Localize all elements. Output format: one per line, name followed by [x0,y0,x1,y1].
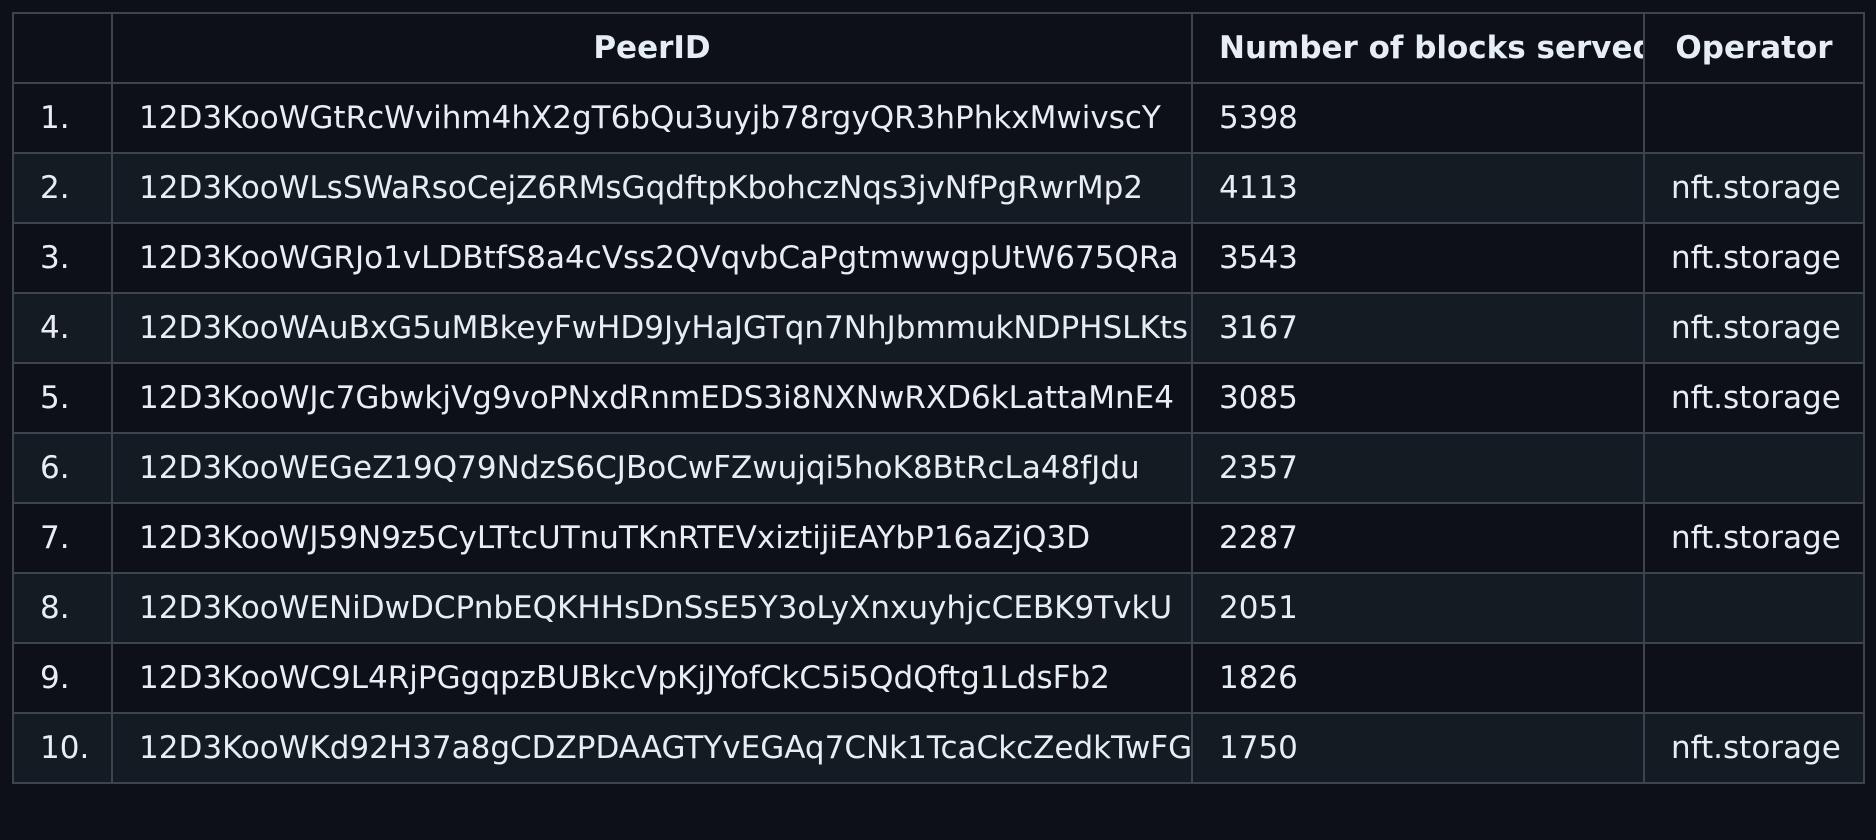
row-index: 2. [12,152,113,224]
row-index: 10. [12,712,113,784]
blocks-served-cell: 3085 [1191,362,1645,434]
peer-id-cell: 12D3KooWGtRcWvihm4hX2gT6bQu3uyjb78rgyQR3… [111,82,1193,154]
row-index: 4. [12,292,113,364]
table-row: 1. 12D3KooWGtRcWvihm4hX2gT6bQu3uyjb78rgy… [12,82,1865,154]
peers-table: PeerID Number of blocks served Operator … [12,12,1865,784]
peer-id-cell: 12D3KooWJ59N9z5CyLTtcUTnuTKnRTEVxiztijiE… [111,502,1193,574]
blocks-served-cell: 2051 [1191,572,1645,644]
table-row: 5. 12D3KooWJc7GbwkjVg9voPNxdRnmEDS3i8NXN… [12,362,1865,434]
blocks-served-cell: 4113 [1191,152,1645,224]
blocks-served-cell: 1826 [1191,642,1645,714]
row-index: 1. [12,82,113,154]
header-peer-id: PeerID [111,12,1193,84]
peer-id-cell: 12D3KooWJc7GbwkjVg9voPNxdRnmEDS3i8NXNwRX… [111,362,1193,434]
peer-id-cell: 12D3KooWAuBxG5uMBkeyFwHD9JyHaJGTqn7NhJbm… [111,292,1193,364]
operator-cell: nft.storage [1643,712,1865,784]
row-index: 7. [12,502,113,574]
row-index: 8. [12,572,113,644]
operator-cell [1643,642,1865,714]
table-header-row: PeerID Number of blocks served Operator [12,12,1865,84]
operator-cell: nft.storage [1643,222,1865,294]
row-index: 9. [12,642,113,714]
table-row: 10. 12D3KooWKd92H37a8gCDZPDAAGTYvEGAq7CN… [12,712,1865,784]
operator-cell [1643,82,1865,154]
table-row: 8. 12D3KooWENiDwDCPnbEQKHHsDnSsE5Y3oLyXn… [12,572,1865,644]
blocks-served-cell: 1750 [1191,712,1645,784]
peer-id-cell: 12D3KooWEGeZ19Q79NdzS6CJBoCwFZwujqi5hoK8… [111,432,1193,504]
peer-id-cell: 12D3KooWLsSWaRsoCejZ6RMsGqdftpKbohczNqs3… [111,152,1193,224]
header-operator: Operator [1643,12,1865,84]
table-row: 4. 12D3KooWAuBxG5uMBkeyFwHD9JyHaJGTqn7Nh… [12,292,1865,364]
operator-cell: nft.storage [1643,502,1865,574]
blocks-served-cell: 5398 [1191,82,1645,154]
table-row: 2. 12D3KooWLsSWaRsoCejZ6RMsGqdftpKbohczN… [12,152,1865,224]
operator-cell: nft.storage [1643,152,1865,224]
operator-cell [1643,572,1865,644]
row-index: 3. [12,222,113,294]
peer-id-cell: 12D3KooWENiDwDCPnbEQKHHsDnSsE5Y3oLyXnxuy… [111,572,1193,644]
table-row: 6. 12D3KooWEGeZ19Q79NdzS6CJBoCwFZwujqi5h… [12,432,1865,504]
blocks-served-cell: 2357 [1191,432,1645,504]
operator-cell [1643,432,1865,504]
header-index [12,12,113,84]
table-row: 3. 12D3KooWGRJo1vLDBtfS8a4cVss2QVqvbCaPg… [12,222,1865,294]
operator-cell: nft.storage [1643,362,1865,434]
blocks-served-cell: 2287 [1191,502,1645,574]
blocks-served-cell: 3167 [1191,292,1645,364]
row-index: 6. [12,432,113,504]
peer-id-cell: 12D3KooWGRJo1vLDBtfS8a4cVss2QVqvbCaPgtmw… [111,222,1193,294]
table-row: 9. 12D3KooWC9L4RjPGgqpzBUBkcVpKjJYofCkC5… [12,642,1865,714]
table-row: 7. 12D3KooWJ59N9z5CyLTtcUTnuTKnRTEVxizti… [12,502,1865,574]
blocks-served-cell: 3543 [1191,222,1645,294]
peer-id-cell: 12D3KooWKd92H37a8gCDZPDAAGTYvEGAq7CNk1Tc… [111,712,1193,784]
header-blocks-served: Number of blocks served [1191,12,1645,84]
row-index: 5. [12,362,113,434]
operator-cell: nft.storage [1643,292,1865,364]
peer-id-cell: 12D3KooWC9L4RjPGgqpzBUBkcVpKjJYofCkC5i5Q… [111,642,1193,714]
